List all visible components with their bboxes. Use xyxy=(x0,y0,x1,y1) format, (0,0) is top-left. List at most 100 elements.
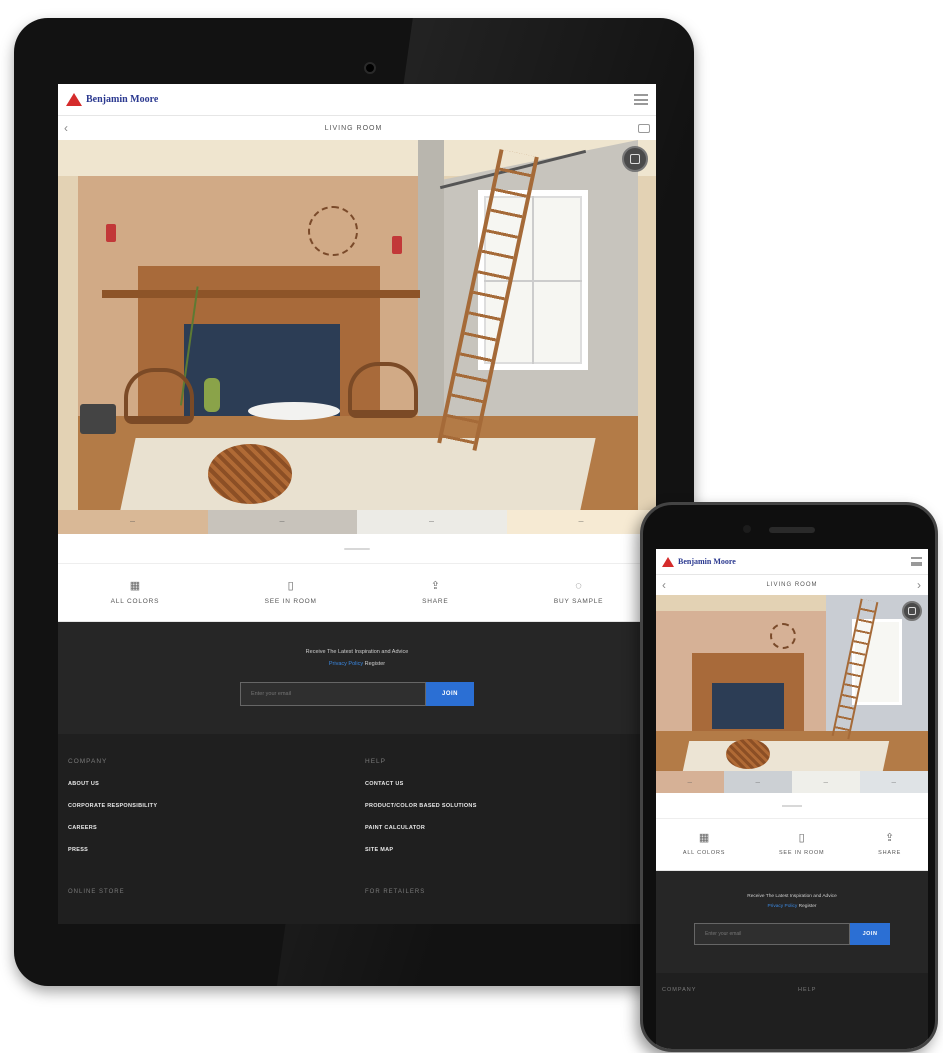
join-button[interactable]: JOIN xyxy=(850,923,890,945)
brand-logo[interactable]: Benjamin Moore xyxy=(66,93,158,106)
footer-link-sitemap[interactable]: SITE MAP xyxy=(365,847,655,853)
room-stove xyxy=(80,404,116,434)
swatch-3[interactable]: — xyxy=(792,771,860,793)
swatch-4[interactable]: — xyxy=(506,510,656,534)
action-label: SHARE xyxy=(422,597,449,605)
brand-name: Benjamin Moore xyxy=(678,557,736,566)
newsletter-register-text: Register xyxy=(363,661,386,667)
footer-for-retailers[interactable]: FOR RETAILERS xyxy=(365,889,655,895)
grid-icon: ▦ xyxy=(129,579,141,592)
buy-sample-button[interactable]: ◌ BUY SAMPLE xyxy=(553,579,604,605)
footer-link-careers[interactable]: CAREERS xyxy=(68,825,365,831)
email-input[interactable] xyxy=(694,923,850,945)
palette-icon xyxy=(630,154,640,164)
back-chevron-icon[interactable]: ‹ xyxy=(64,121,69,135)
swatch-label: — xyxy=(891,779,897,785)
room-rug xyxy=(682,741,890,771)
newsletter-form: JOIN xyxy=(240,682,474,706)
brand-logo[interactable]: Benjamin Moore xyxy=(662,556,736,567)
logo-mark-icon xyxy=(66,93,82,106)
room-title-bar: ‹ LIVING ROOM xyxy=(58,116,656,140)
palette-icon xyxy=(908,607,916,615)
room-firebox xyxy=(712,683,784,729)
action-label: ALL COLORS xyxy=(110,597,160,605)
footer-link-responsibility[interactable]: CORPORATE RESPONSIBILITY xyxy=(68,803,365,809)
forward-chevron-icon[interactable]: › xyxy=(917,578,922,592)
all-colors-button[interactable]: ▦ ALL COLORS xyxy=(682,832,726,857)
swatch-label: — xyxy=(755,779,761,785)
brand-name: Benjamin Moore xyxy=(86,94,159,105)
join-button[interactable]: JOIN xyxy=(426,682,474,706)
footer-link-contact[interactable]: CONTACT US xyxy=(365,781,655,787)
swatch-label: — xyxy=(130,519,136,525)
wall-sconce-right xyxy=(392,236,402,254)
room-table xyxy=(248,402,340,420)
swatch-4[interactable]: — xyxy=(860,771,928,793)
phone-screen: Benjamin Moore ‹ LIVING ROOM › — — — — ▦… xyxy=(656,549,928,1049)
room-title-bar: ‹ LIVING ROOM › xyxy=(656,575,928,595)
share-button[interactable]: ⇪ SHARE xyxy=(878,832,902,857)
handle-bar xyxy=(782,804,802,807)
swatch-2[interactable]: — xyxy=(724,771,792,793)
footer-col-company: COMPANY ABOUT US CORPORATE RESPONSIBILIT… xyxy=(68,758,365,924)
menu-icon[interactable] xyxy=(634,94,648,105)
footer-heading: COMPANY xyxy=(662,987,697,993)
site-footer: COMPANY ABOUT US CORPORATE RESPONSIBILIT… xyxy=(58,734,656,924)
room-chair-left xyxy=(124,368,194,424)
see-in-room-button[interactable]: ▯ SEE IN ROOM xyxy=(264,579,317,605)
swatch-1[interactable]: — xyxy=(656,771,724,793)
newsletter-register-text: Register xyxy=(797,904,817,909)
footer-link-solutions[interactable]: PRODUCT/COLOR BASED SOLUTIONS xyxy=(365,803,655,809)
footer-link-about[interactable]: ABOUT US xyxy=(68,781,365,787)
page-title: LIVING ROOM xyxy=(324,124,383,132)
newsletter-text: Receive The Latest Inspiration and Advic… xyxy=(747,894,837,899)
action-label: BUY SAMPLE xyxy=(553,597,604,605)
drawer-handle[interactable] xyxy=(656,793,928,819)
newsletter-text: Receive The Latest Inspiration and Advic… xyxy=(305,649,409,655)
color-swatch-strip: — — — — xyxy=(656,771,928,793)
grid-icon: ▦ xyxy=(698,832,710,844)
share-button[interactable]: ⇪ SHARE xyxy=(422,579,449,605)
swatch-label: — xyxy=(823,779,829,785)
site-footer: COMPANY HELP xyxy=(656,973,928,1049)
share-icon: ⇪ xyxy=(885,832,895,844)
footer-heading: HELP xyxy=(798,987,817,993)
footer-link-calculator[interactable]: PAINT CALCULATOR xyxy=(365,825,655,831)
room-visualizer-image xyxy=(656,595,928,771)
share-icon: ⇪ xyxy=(430,579,440,592)
swatch-1[interactable]: — xyxy=(58,510,208,534)
all-colors-button[interactable]: ▦ ALL COLORS xyxy=(110,579,160,605)
gallery-icon[interactable] xyxy=(638,123,650,133)
site-header: Benjamin Moore xyxy=(656,549,928,575)
footer-heading: COMPANY xyxy=(68,758,108,765)
newsletter-section: Receive The Latest Inspiration and Advic… xyxy=(58,622,656,734)
wall-sconce-left xyxy=(106,224,116,242)
sample-icon: ◌ xyxy=(575,579,582,592)
tablet-screen: Benjamin Moore ‹ LIVING ROOM — — — — ▦ A… xyxy=(58,84,656,924)
room-options-button[interactable] xyxy=(622,146,648,172)
newsletter-form: JOIN xyxy=(694,923,890,945)
drawer-handle[interactable] xyxy=(58,534,656,564)
room-vase xyxy=(204,378,220,412)
footer-link-press[interactable]: PRESS xyxy=(68,847,365,853)
sunburst-mirror xyxy=(770,623,796,649)
newsletter-subtext: Privacy Policy Register xyxy=(329,660,385,668)
privacy-policy-link[interactable]: Privacy Policy xyxy=(329,661,363,667)
privacy-policy-link[interactable]: Privacy Policy xyxy=(767,904,797,909)
back-chevron-icon[interactable]: ‹ xyxy=(662,578,667,592)
email-input[interactable] xyxy=(240,682,426,706)
page-title: LIVING ROOM xyxy=(766,582,818,588)
see-in-room-button[interactable]: ▯ SEE IN ROOM xyxy=(779,833,824,857)
footer-heading: HELP xyxy=(365,758,386,765)
action-bar: ▦ ALL COLORS ▯ SEE IN ROOM ⇪ SHARE ◌ BUY… xyxy=(58,564,656,622)
menu-icon[interactable] xyxy=(911,557,922,566)
phone-icon: ▯ xyxy=(287,579,294,592)
room-options-button[interactable] xyxy=(902,601,922,621)
action-label: SEE IN ROOM xyxy=(264,597,317,605)
swatch-3[interactable]: — xyxy=(357,510,507,534)
footer-online-store[interactable]: ONLINE STORE xyxy=(68,889,365,895)
action-label: ALL COLORS xyxy=(682,850,726,856)
action-label: SHARE xyxy=(878,850,902,856)
action-bar: ▦ ALL COLORS ▯ SEE IN ROOM ⇪ SHARE xyxy=(656,819,928,871)
swatch-2[interactable]: — xyxy=(207,510,357,534)
